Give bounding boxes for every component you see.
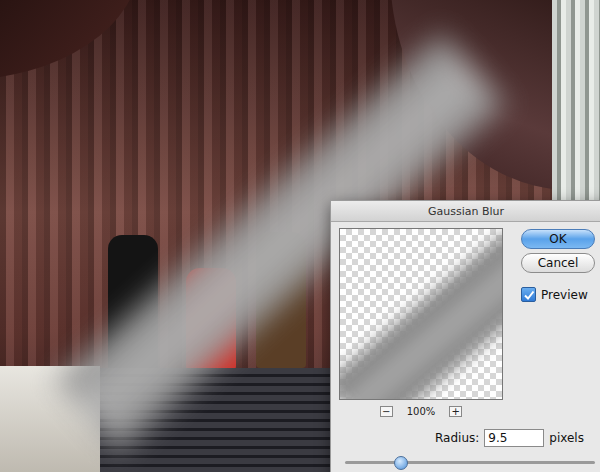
radius-row: Radius: 9.5 pixels [331,417,600,447]
zoom-out-button[interactable]: − [380,406,393,417]
check-icon [523,289,535,301]
checkbox-icon[interactable] [521,287,536,302]
zoom-row: − 100% + [380,406,463,417]
dialog-button[interactable]: Cancel [521,253,595,273]
photoshop-canvas: Gaussian Blur − 100% + OK Cancel Preview Radius… [0,0,600,472]
slider-thumb-icon[interactable] [394,456,408,470]
radius-slider[interactable] [345,455,595,469]
preview-box[interactable] [339,228,503,400]
radius-unit: pixels [549,431,584,445]
gaussian-blur-dialog: Gaussian Blur − 100% + OK Cancel Preview Radius… [330,200,600,472]
preview-checkbox[interactable]: Preview [521,287,595,302]
dialog-title: Gaussian Blur [428,205,504,218]
stone-column [552,0,600,210]
dialog-button[interactable]: OK [521,229,595,249]
title-bar[interactable]: Gaussian Blur [331,201,600,222]
preview-streak [339,230,503,400]
zoom-level: 100% [407,406,436,417]
radius-field[interactable]: 9.5 [484,429,544,447]
radius-label: Radius: [435,431,479,445]
zoom-in-button[interactable]: + [449,406,462,417]
